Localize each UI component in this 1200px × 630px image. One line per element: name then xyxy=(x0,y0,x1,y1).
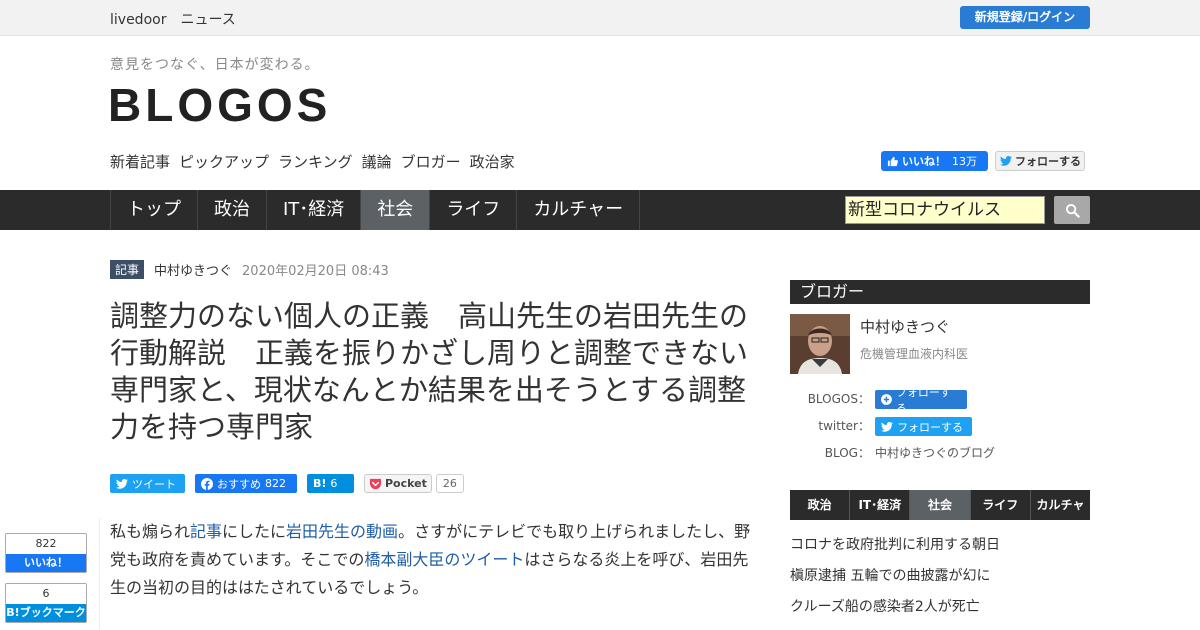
twitter-follow-button[interactable]: フォローする xyxy=(995,151,1085,171)
sidebar-tab-society[interactable]: 社会 xyxy=(910,490,971,520)
sidebar-tab-it-economy[interactable]: IT･経済 xyxy=(850,490,911,520)
fb-recommend-count: 822 xyxy=(265,477,286,490)
body-text-1: 私も煽られ xyxy=(110,522,191,541)
article-type-badge: 記事 xyxy=(110,260,145,279)
pocket-count: 26 xyxy=(435,474,464,493)
subnav-bloggers[interactable]: ブロガー xyxy=(401,151,461,172)
blogger-role: 危機管理血液内科医 xyxy=(860,347,969,361)
pocket-button[interactable]: Pocket xyxy=(364,474,432,493)
share-buttons: ツイート おすすめ 822 B! 6 Pocket 26 xyxy=(110,474,464,493)
subnav-pickup[interactable]: ピックアップ xyxy=(179,151,269,172)
blogos-follow-button[interactable]: フォローする xyxy=(875,386,967,415)
list-item[interactable]: コロナを政府批判に利用する朝日 xyxy=(790,535,1090,566)
search-input[interactable]: 新型コロナウイルス xyxy=(845,196,1045,224)
twitter-bird-icon xyxy=(116,478,128,489)
subnav-new-articles[interactable]: 新着記事 xyxy=(110,151,170,172)
search-button[interactable] xyxy=(1054,196,1090,224)
top-bar: livedoor ニュース 新規登録/ログイン xyxy=(0,0,1200,36)
blogger-name[interactable]: 中村ゆきつぐ xyxy=(860,316,950,337)
subnav-politicians[interactable]: 政治家 xyxy=(470,151,515,172)
article-meta: 記事 中村ゆきつぐ 2020年02月20日 08:43 xyxy=(110,260,389,279)
tweet-button[interactable]: ツイート xyxy=(110,474,185,493)
thumbs-up-icon xyxy=(887,156,898,166)
fb-recommend-label: おすすめ xyxy=(217,477,261,491)
tweet-label: ツイート xyxy=(132,477,176,491)
sidebar-tab-politics[interactable]: 政治 xyxy=(790,490,851,520)
tab-culture[interactable]: カルチャー xyxy=(516,190,641,230)
tab-life[interactable]: ライフ xyxy=(429,190,516,230)
search-icon xyxy=(1065,203,1080,218)
sidebar-category-tabs: 政治 IT･経済 社会 ライフ カルチャー xyxy=(790,490,1090,542)
sidebar-blogger-heading: ブロガー xyxy=(790,280,1090,304)
article-author[interactable]: 中村ゆきつぐ xyxy=(154,260,232,279)
sidebar-twitter-follow-button[interactable]: フォローする xyxy=(875,417,972,436)
fb-like-label: いいね！ xyxy=(902,155,946,168)
article-date: 2020年02月20日 08:43 xyxy=(242,264,389,279)
pocket-icon xyxy=(369,478,382,489)
article-title: 調整力のない個人の正義 高山先生の岩田先生の行動解説 正義を振りかざし周りと調整… xyxy=(110,299,749,444)
tab-top[interactable]: トップ xyxy=(110,190,197,230)
blogger-photo xyxy=(790,314,850,374)
twitter-follow-label: フォローする xyxy=(1015,155,1081,168)
register-login-button[interactable]: 新規登録/ログイン xyxy=(960,6,1090,29)
fb-like-count: 13万 xyxy=(952,155,977,168)
tab-it-economy[interactable]: IT･経済 xyxy=(266,190,360,230)
blog-link[interactable]: 中村ゆきつぐのブログ xyxy=(875,444,995,461)
float-hatena-count: 6 xyxy=(42,587,50,600)
float-hatena-bookmark[interactable]: 6 B!ブックマーク xyxy=(5,583,87,623)
hatena-count: 6 xyxy=(330,477,338,490)
facebook-recommend-button[interactable]: おすすめ 822 xyxy=(195,474,297,493)
body-link-article[interactable]: 記事 xyxy=(190,522,222,541)
avatar[interactable] xyxy=(790,314,850,374)
facebook-icon xyxy=(201,477,213,490)
body-link-iwata-video[interactable]: 岩田先生の動画 xyxy=(286,522,398,541)
site-tagline: 意見をつなぐ、日本が変わる。 xyxy=(110,57,320,73)
tab-politics[interactable]: 政治 xyxy=(197,190,266,230)
sidebar-headline-list: コロナを政府批判に利用する朝日 槇原逮捕 五輪での曲披露が幻に クルーズ船の感染… xyxy=(790,535,1090,628)
floating-share-bar: 822 いいね！ 6 B!ブックマーク xyxy=(0,518,100,630)
blogos-follow-text: フォローする xyxy=(895,385,951,415)
plus-circle-icon xyxy=(881,394,892,405)
twitter-bird-icon xyxy=(1000,156,1012,166)
sidebar-tab-life[interactable]: ライフ xyxy=(971,490,1031,520)
subnav-debate[interactable]: 議論 xyxy=(362,151,392,172)
livedoor-news-link[interactable]: livedoor ニュース xyxy=(110,9,236,29)
list-item[interactable]: 槇原逮捕 五輪での曲披露が幻に xyxy=(790,566,1090,597)
body-link-hashimoto-tweet[interactable]: 橋本副大臣のツイート xyxy=(364,550,524,569)
hatena-label: B! xyxy=(313,477,327,490)
site-logo[interactable]: BLOGOS xyxy=(108,78,331,132)
blog-label: BLOG： xyxy=(824,446,870,460)
sub-navigation: 新着記事 ピックアップ ランキング 議論 ブロガー 政治家 xyxy=(110,151,515,172)
hatena-bookmark-button[interactable]: B! 6 xyxy=(307,474,354,493)
article-body: 私も煽られ記事にしたに岩田先生の動画。さすがにテレビでも取り上げられましたし、野… xyxy=(110,518,755,602)
tab-society[interactable]: 社会 xyxy=(360,190,430,230)
twitter-follow-label: twitter： xyxy=(818,419,870,433)
pocket-label: Pocket xyxy=(385,477,427,490)
pocket-save: Pocket 26 xyxy=(364,474,464,493)
float-fb-count: 822 xyxy=(35,537,57,550)
list-item[interactable]: クルーズ船の感染者2人が死亡 xyxy=(790,597,1090,628)
twitter-bird-icon xyxy=(881,421,893,432)
body-text-2: にしたに xyxy=(222,522,287,541)
float-hatena-label: B!ブックマーク xyxy=(6,604,86,622)
float-fb-like[interactable]: 822 いいね！ xyxy=(5,533,87,573)
float-fb-label: いいね！ xyxy=(6,554,86,572)
subnav-ranking[interactable]: ランキング xyxy=(278,151,353,172)
facebook-like-button[interactable]: いいね！ 13万 xyxy=(881,151,988,171)
sidebar-tab-culture[interactable]: カルチャー xyxy=(1031,490,1090,542)
sidebar-twitter-follow-text: フォローする xyxy=(897,420,963,434)
blogos-follow-label: BLOGOS： xyxy=(807,392,870,406)
